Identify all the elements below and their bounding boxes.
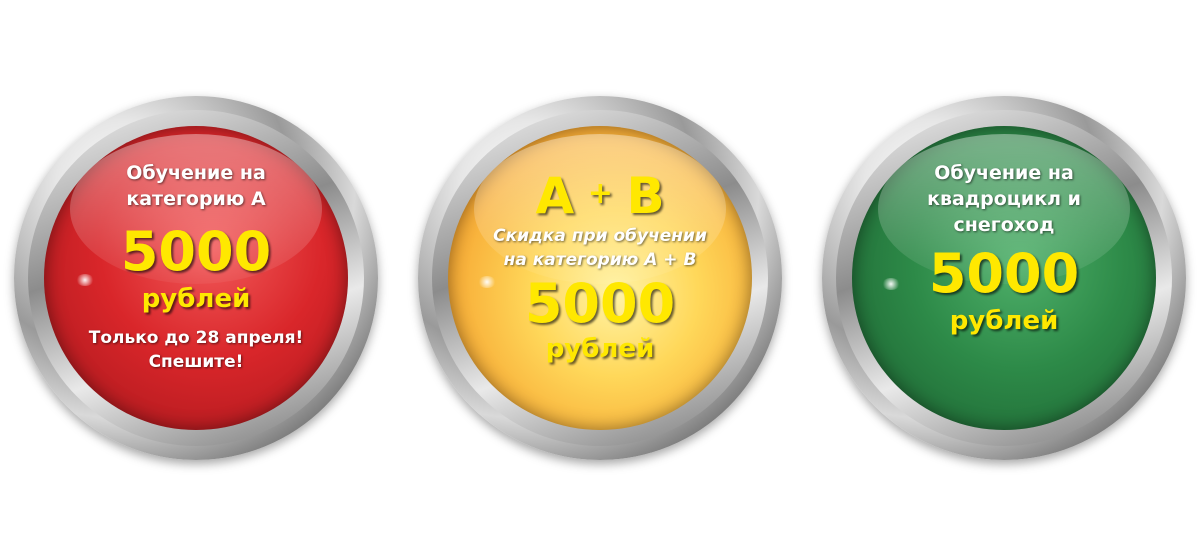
promo-hurry: Спешите! (148, 352, 244, 372)
price-value: 5000 (928, 242, 1080, 305)
promo-deadline: Только до 28 апреля! (88, 328, 304, 348)
badge-face: Обучение на квадроцикл и снегоход 5000 р… (852, 126, 1156, 430)
badge-category-ab[interactable]: А + В Скидка при обучении на категорию А… (418, 96, 782, 460)
price-value: 5000 (120, 220, 272, 283)
badge-heading: А + В (448, 168, 752, 234)
discount-line-1: Скидка при обучении (493, 226, 707, 246)
price-currency: рублей (949, 306, 1059, 336)
badge-line-3: снегоход (953, 214, 1055, 236)
badge-category-a[interactable]: Обучение на категорию А 5000 рублей Толь… (14, 96, 378, 460)
badge-line-2: категорию А (126, 188, 266, 210)
discount-line-2: на категорию А + В (503, 250, 697, 270)
badge-face: А + В Скидка при обучении на категорию А… (448, 126, 752, 430)
price-value: 5000 (524, 272, 676, 335)
price-currency: рублей (545, 334, 655, 364)
price-currency: рублей (141, 284, 251, 314)
badge-line-2: квадроцикл и (927, 188, 1081, 210)
heading-letter-b: В (626, 167, 665, 225)
badge-line-1: Обучение на (934, 162, 1074, 184)
badge-face: Обучение на категорию А 5000 рублей Толь… (44, 126, 348, 430)
badge-line-1: Обучение на (126, 162, 266, 184)
badge-atv-snowmobile[interactable]: Обучение на квадроцикл и снегоход 5000 р… (822, 96, 1186, 460)
heading-plus: + (587, 176, 613, 211)
heading-letter-a: А (535, 167, 575, 225)
